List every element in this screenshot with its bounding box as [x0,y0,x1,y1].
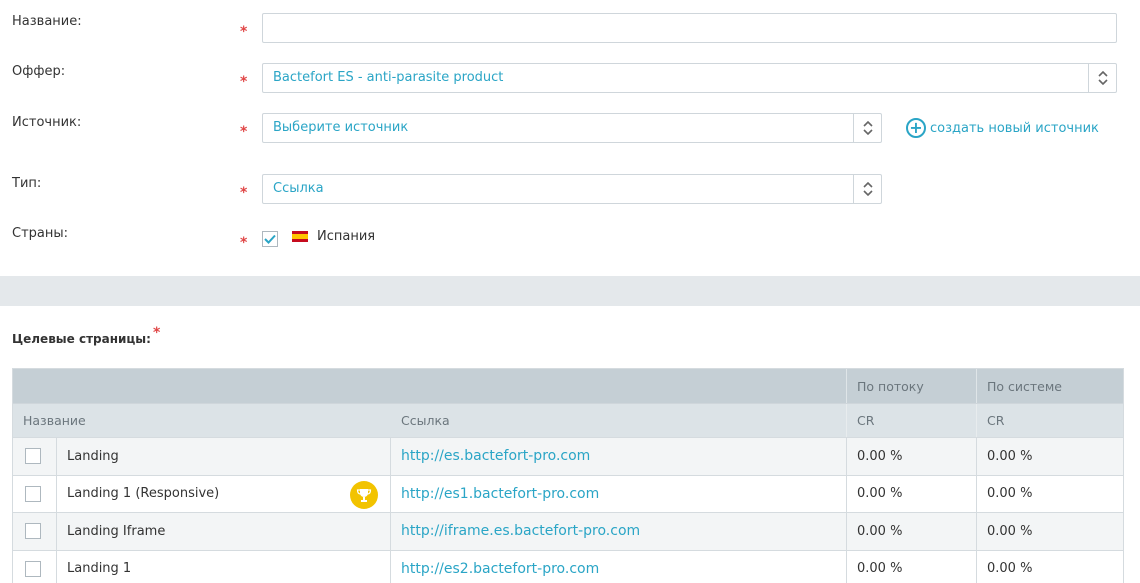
row-cr-system: 0.00 % [987,523,1033,539]
row-checkbox[interactable] [25,485,41,502]
row-cr-flow: 0.00 % [857,561,903,577]
name-label: Название: [12,14,82,29]
countries-required-mark: * [240,235,248,251]
table-row[interactable]: Landing Iframe http://iframe.es.bactefor… [13,512,1123,550]
row-cr-flow: 0.00 % [857,523,903,539]
landing-section-title-text: Целевые страницы: [12,332,151,346]
source-select-value: Выберите источник [273,120,409,135]
landing-section-title: Целевые страницы: * [12,325,160,347]
landing-table: По потоку По системе Название Ссылка CR … [12,368,1124,583]
country-checkbox-spain[interactable] [262,231,278,247]
table-row[interactable]: Landing 1 (Responsive) http://es1.bactef… [13,474,1123,513]
type-select-value: Ссылка [273,181,324,196]
row-cr-system: 0.00 % [987,486,1033,502]
header-link[interactable]: Ссылка [391,404,450,437]
table-row[interactable]: Landing http://es.bactefort-pro.com 0.00… [13,437,1123,475]
type-label: Тип: [12,176,42,191]
check-icon [264,234,276,244]
row-link[interactable]: http://es1.bactefort-pro.com [391,476,599,513]
type-select[interactable]: Ссылка [262,174,882,204]
offer-select[interactable]: Bactefort ES - anti-parasite product [262,63,1117,93]
header-by-system: По системе [987,378,1062,394]
row-cr-flow: 0.00 % [857,448,903,464]
row-link[interactable]: http://iframe.es.bactefort-pro.com [391,513,640,550]
row-checkbox[interactable] [25,448,41,465]
up-down-chevron-icon [853,114,881,142]
offer-label: Оффер: [12,64,66,79]
offer-select-value: Bactefort ES - anti-parasite product [273,70,504,85]
source-label: Источник: [12,115,82,130]
country-name: Испания [317,229,376,244]
header-cr-flow[interactable]: CR [847,404,874,437]
table-header-group-row: По потоку По системе [13,369,1123,403]
row-name: Landing [67,448,119,464]
row-link[interactable]: http://es.bactefort-pro.com [391,438,590,475]
row-name: Landing 1 (Responsive) [67,486,220,502]
landing-required-mark: * [152,325,161,341]
row-link[interactable]: http://es2.bactefort-pro.com [391,551,599,583]
header-cr-system[interactable]: CR [977,404,1004,437]
source-required-mark: * [240,124,248,140]
section-divider [0,276,1140,306]
header-name[interactable]: Название [13,404,86,437]
trophy-icon [350,480,378,509]
table-header-row: Название Ссылка CR CR [13,403,1123,437]
offer-required-mark: * [240,74,248,90]
row-name: Landing 1 [67,561,132,577]
up-down-chevron-icon [853,175,881,203]
row-checkbox[interactable] [25,523,41,540]
header-by-flow: По потоку [857,378,924,394]
plus-circle-icon: + [906,118,926,138]
source-select[interactable]: Выберите источник [262,113,882,143]
row-name: Landing Iframe [67,523,166,539]
name-input[interactable] [262,13,1117,43]
create-source-label: создать новый источник [930,120,1099,136]
row-cr-system: 0.00 % [987,561,1033,577]
spain-flag-icon [292,231,308,242]
row-checkbox[interactable] [25,560,41,577]
row-cr-flow: 0.00 % [857,486,903,502]
type-required-mark: * [240,185,248,201]
table-row[interactable]: Landing 1 http://es2.bactefort-pro.com 0… [13,549,1123,583]
row-cr-system: 0.00 % [987,448,1033,464]
up-down-chevron-icon [1088,64,1116,92]
create-source-link[interactable]: + создать новый источник [906,118,1099,138]
name-required-mark: * [240,24,248,40]
countries-label: Страны: [12,226,69,241]
